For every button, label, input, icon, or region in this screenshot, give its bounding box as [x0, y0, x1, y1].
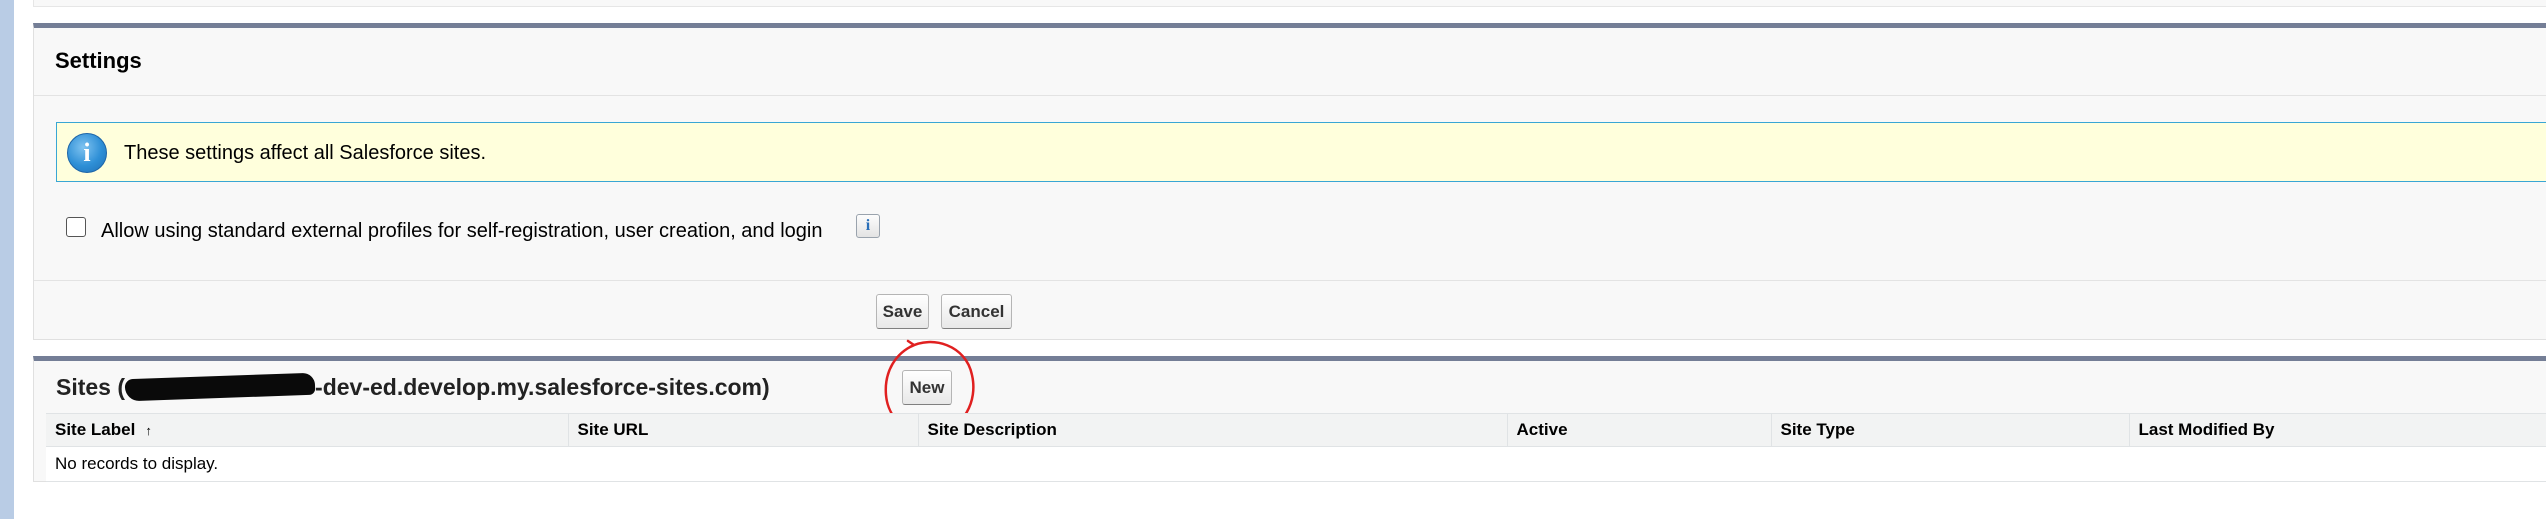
column-header-site-label[interactable]: Site Label ↑	[46, 413, 568, 447]
new-site-button[interactable]: New	[902, 370, 952, 405]
info-icon: i	[67, 133, 107, 173]
divider	[34, 280, 2546, 281]
divider	[34, 95, 2546, 96]
empty-table-message: No records to display.	[46, 446, 2546, 482]
info-message-text: These settings affect all Salesforce sit…	[124, 142, 487, 164]
sort-ascending-icon: ↑	[145, 423, 152, 438]
sites-title: Sites ( -dev-ed.develop.my.salesforce-sit…	[56, 372, 770, 402]
sites-title-domain: -dev-ed.develop.my.salesforce-sites.com)	[315, 374, 770, 400]
settings-panel: Settings i These settings affect all Sal…	[33, 23, 2546, 340]
table-row: No records to display.	[46, 446, 2546, 482]
settings-title: Settings	[55, 48, 142, 73]
column-header-site-description[interactable]: Site Description	[917, 413, 1507, 447]
sites-title-prefix: Sites (	[56, 374, 126, 400]
cancel-button[interactable]: Cancel	[941, 294, 1012, 329]
sites-table: Site Label ↑ Site URL Site Description Ac…	[46, 413, 2546, 482]
redaction-mark	[124, 372, 316, 402]
previous-panel-edge	[33, 0, 2546, 7]
column-header-active[interactable]: Active	[1506, 413, 1771, 447]
sites-panel: Sites ( -dev-ed.develop.my.salesforce-sit…	[33, 339, 2546, 482]
column-header-last-modified-by[interactable]: Last Modified By	[2128, 413, 2546, 447]
table-header-row: Site Label ↑ Site URL Site Description Ac…	[46, 413, 2546, 447]
column-header-site-type[interactable]: Site Type	[1770, 413, 2129, 447]
page: Settings i These settings affect all Sal…	[0, 0, 2546, 519]
column-header-site-url[interactable]: Site URL	[567, 413, 918, 447]
save-button[interactable]: Save	[876, 294, 929, 329]
external-profiles-label: Allow using standard external profiles f…	[101, 220, 823, 242]
help-info-icon[interactable]: i	[856, 214, 880, 238]
external-profiles-checkbox[interactable]	[66, 217, 86, 237]
left-sidebar-strip	[0, 0, 14, 519]
info-message-banner: i These settings affect all Salesforce s…	[56, 122, 2546, 182]
